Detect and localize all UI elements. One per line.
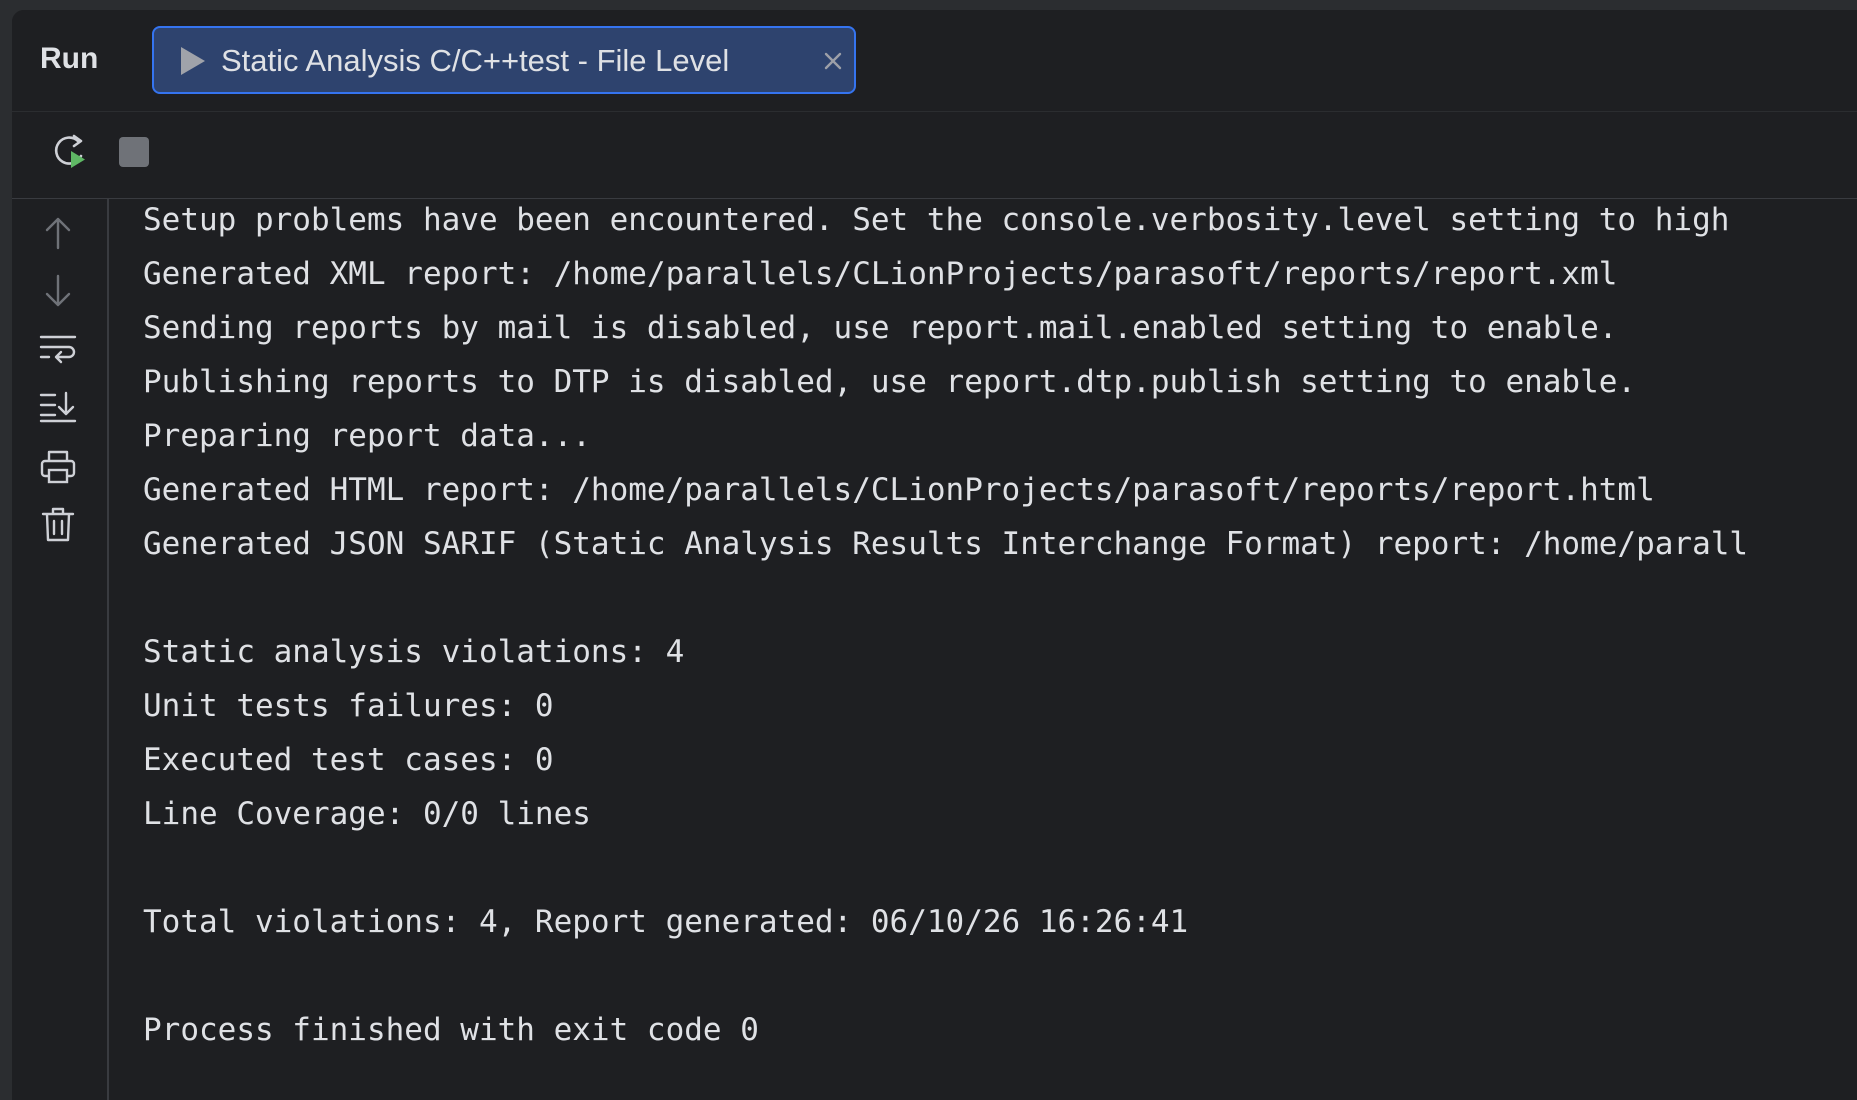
tab-label: Static Analysis C/C++test - File Level [221, 43, 730, 78]
stop-icon [116, 134, 152, 174]
console-line: Executed test cases: 0 [143, 742, 554, 778]
console-line: Setup problems have been encountered. Se… [143, 202, 1730, 238]
console-line: Process finished with exit code 0 [143, 1012, 759, 1048]
console-line: Preparing report data... [143, 418, 591, 454]
console-line: Static analysis violations: 4 [143, 634, 685, 670]
close-icon[interactable] [818, 46, 848, 76]
scroll-to-end-icon [39, 390, 77, 428]
print-icon [39, 449, 77, 489]
rerun-icon [50, 132, 90, 176]
tab-static-analysis[interactable]: Static Analysis C/C++test - File Level [152, 26, 856, 94]
console-output[interactable]: Setup problems have been encountered. Se… [110, 199, 1857, 1099]
panel-title: Run [40, 42, 99, 75]
console-line: Publishing reports to DTP is disabled, u… [143, 364, 1637, 400]
scroll-to-end-button[interactable] [38, 389, 78, 429]
console-line: Total violations: 4, Report generated: 0… [143, 904, 1189, 940]
console-side-toolbar [12, 199, 109, 1100]
play-icon [176, 45, 208, 81]
console-line: Unit tests failures: 0 [143, 688, 554, 724]
run-toolbar [12, 112, 1857, 199]
arrow-up-icon [41, 215, 75, 255]
soft-wrap-icon [39, 332, 77, 370]
trash-icon [40, 506, 76, 548]
scroll-up-button[interactable] [38, 215, 78, 255]
console-line: Generated HTML report: /home/parallels/C… [143, 472, 1655, 508]
console-line: Generated XML report: /home/parallels/CL… [143, 256, 1618, 292]
run-tool-window: Run Static Analysis C/C++test - File Lev… [12, 10, 1857, 1100]
console-line: Generated JSON SARIF (Static Analysis Re… [143, 526, 1749, 562]
clear-all-button[interactable] [38, 507, 78, 547]
console-line: Line Coverage: 0/0 lines [143, 796, 591, 832]
print-button[interactable] [38, 449, 78, 489]
soft-wrap-button[interactable] [38, 331, 78, 371]
arrow-down-icon [41, 273, 75, 313]
rerun-button[interactable] [48, 132, 92, 176]
run-panel-header: Run Static Analysis C/C++test - File Lev… [12, 10, 1857, 112]
stop-button[interactable] [112, 132, 156, 176]
scroll-down-button[interactable] [38, 273, 78, 313]
console-line: Sending reports by mail is disabled, use… [143, 310, 1618, 346]
